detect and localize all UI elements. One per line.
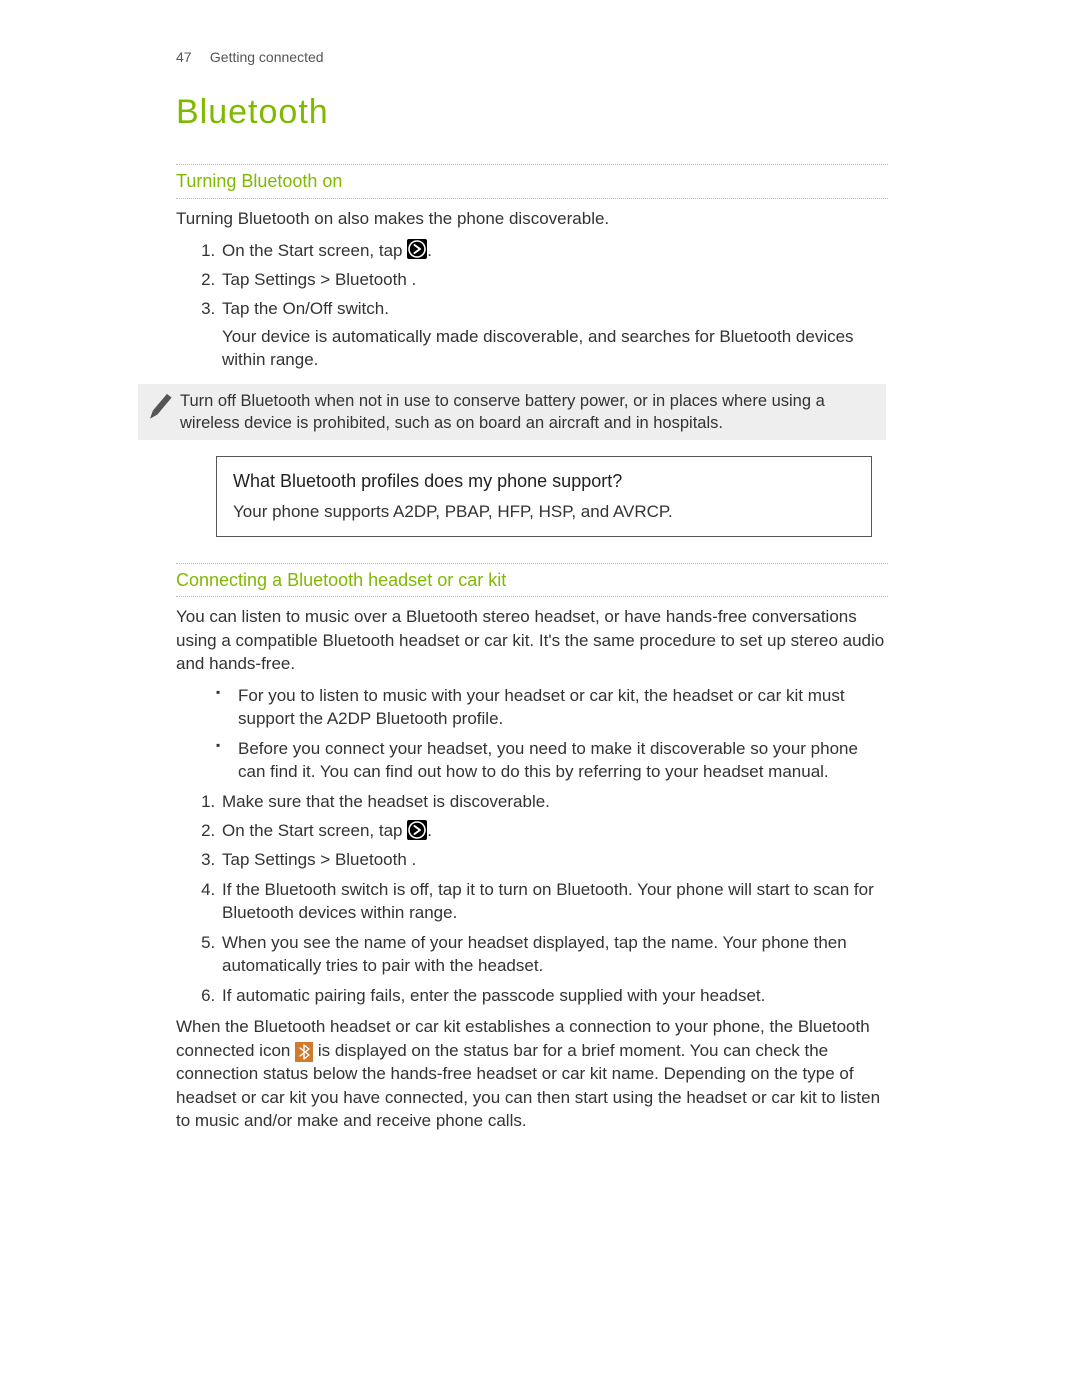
page-number: 47 — [176, 48, 206, 67]
content-column: 47 Getting connected Bluetooth Turning B… — [176, 48, 888, 1140]
section-heading-turning-on: Turning Bluetooth on — [176, 169, 888, 194]
section1-step-1: On the Start screen, tap . — [220, 239, 888, 262]
section2-bullets: For you to listen to music with your hea… — [176, 684, 888, 784]
section-heading-connecting: Connecting a Bluetooth headset or car ki… — [176, 568, 888, 593]
profiles-answer: Your phone supports A2DP, PBAP, HFP, HSP… — [233, 500, 855, 523]
section2-step-2: On the Start screen, tap . — [220, 819, 888, 842]
section2-steps: Make sure that the headset is discoverab… — [176, 790, 888, 1008]
running-header: 47 Getting connected — [176, 48, 888, 67]
running-header-text: Getting connected — [210, 49, 324, 65]
pencil-icon — [138, 384, 180, 428]
profiles-box: What Bluetooth profiles does my phone su… — [216, 456, 872, 536]
note-text: Turn off Bluetooth when not in use to co… — [180, 384, 886, 441]
divider — [176, 563, 888, 564]
section2-step-1: Make sure that the headset is discoverab… — [220, 790, 888, 813]
section1-intro: Turning Bluetooth on also makes the phon… — [176, 207, 888, 230]
start-arrow-icon — [407, 820, 427, 840]
page: 47 Getting connected Bluetooth Turning B… — [0, 0, 1080, 1397]
profiles-question: What Bluetooth profiles does my phone su… — [233, 469, 855, 494]
section2-intro: You can listen to music over a Bluetooth… — [176, 605, 888, 675]
section2-step-6: If automatic pairing fails, enter the pa… — [220, 984, 888, 1007]
divider — [176, 596, 888, 597]
section2-outro: When the Bluetooth headset or car kit es… — [176, 1015, 888, 1132]
divider — [176, 164, 888, 165]
start-arrow-icon — [407, 239, 427, 259]
section1-step-3-sub: Your device is automatically made discov… — [222, 325, 888, 372]
chapter-title: Bluetooth — [176, 89, 888, 136]
note-callout: Turn off Bluetooth when not in use to co… — [138, 384, 886, 441]
section2-bullet-1: For you to listen to music with your hea… — [238, 684, 888, 731]
section1-steps: On the Start screen, tap . Tap Settings … — [176, 239, 888, 372]
section2-step-4: If the Bluetooth switch is off, tap it t… — [220, 878, 888, 925]
section1-step-2: Tap Settings > Bluetooth . — [220, 268, 888, 291]
section1-step-3: Tap the On/Off switch. Your device is au… — [220, 297, 888, 371]
section2-step-3: Tap Settings > Bluetooth . — [220, 848, 888, 871]
divider — [176, 198, 888, 199]
section2-bullet-2: Before you connect your headset, you nee… — [238, 737, 888, 784]
section2-step-5: When you see the name of your headset di… — [220, 931, 888, 978]
bluetooth-connected-icon — [295, 1042, 313, 1062]
